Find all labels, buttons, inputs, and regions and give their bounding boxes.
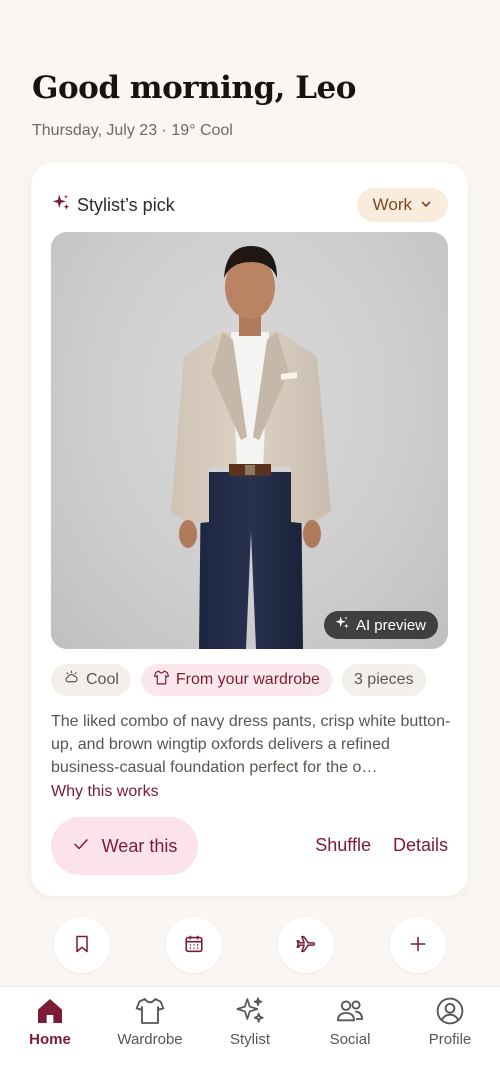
bookmark-icon <box>72 934 92 957</box>
tab-social[interactable]: Social <box>300 987 400 1084</box>
pieces-chip: 3 pieces <box>341 664 426 696</box>
shirt-icon <box>153 669 170 691</box>
wear-this-label: Wear this <box>101 835 178 856</box>
outfit-preview-image[interactable]: AI preview <box>51 232 448 649</box>
outfit-description: The liked combo of navy dress pants, cri… <box>51 710 451 803</box>
sparkle-icon <box>51 193 71 218</box>
context-label: Work <box>372 195 412 214</box>
stylist-pick-heading: Stylist’s pick <box>51 193 175 218</box>
context-dropdown[interactable]: Work <box>356 188 448 222</box>
add-item-button[interactable] <box>390 917 446 973</box>
save-outfit-button[interactable] <box>54 917 110 973</box>
tab-stylist-label: Stylist <box>229 1031 270 1048</box>
profile-icon <box>434 995 466 1027</box>
wear-this-button[interactable]: Wear this <box>51 817 198 875</box>
chevron-down-icon <box>420 195 432 215</box>
tab-wardrobe[interactable]: Wardrobe <box>100 987 200 1084</box>
tab-profile[interactable]: Profile <box>400 987 500 1084</box>
shuffle-button[interactable]: Shuffle <box>315 835 371 856</box>
tab-profile-label: Profile <box>428 1031 472 1048</box>
wardrobe-source-chip: From your wardrobe <box>140 664 332 696</box>
card-header: Stylist’s pick Work <box>51 188 448 222</box>
outfit-chips: Cool From your wardrobe 3 pieces <box>51 664 426 696</box>
sparkle-icon <box>334 615 350 635</box>
stylist-pick-label: Stylist’s pick <box>77 194 175 215</box>
why-this-works-link[interactable]: Why this works <box>51 780 451 803</box>
bottom-tab-bar: Home Wardrobe Stylist Social Profile <box>0 986 500 1084</box>
wardrobe-source-label: From your wardrobe <box>175 671 320 688</box>
tab-home-label: Home <box>29 1031 71 1048</box>
secondary-actions: Shuffle Details <box>315 835 448 856</box>
date-weather-subtitle: Thursday, July 23 · 19° Cool <box>32 122 233 139</box>
tab-stylist[interactable]: Stylist <box>200 987 300 1084</box>
greeting-title: Good morning, Leo <box>32 70 356 106</box>
quick-actions-row <box>0 917 500 973</box>
outfit-card: Stylist’s pick Work AI preview Cool From… <box>31 163 468 896</box>
calendar-icon <box>183 933 205 958</box>
check-icon <box>72 835 90 858</box>
travel-packing-button[interactable] <box>278 917 334 973</box>
tab-social-label: Social <box>329 1031 371 1048</box>
shirt-icon <box>134 995 166 1027</box>
home-icon <box>34 995 66 1027</box>
pieces-chip-label: 3 pieces <box>353 671 414 688</box>
cloud-sun-icon <box>63 669 80 691</box>
plus-icon <box>408 934 428 957</box>
weather-chip-label: Cool <box>86 671 119 688</box>
ai-preview-label: AI preview <box>355 616 426 634</box>
people-icon <box>334 995 366 1027</box>
details-button[interactable]: Details <box>393 835 448 856</box>
tab-wardrobe-label: Wardrobe <box>117 1031 183 1048</box>
tab-home[interactable]: Home <box>0 987 100 1084</box>
weather-chip: Cool <box>51 664 131 696</box>
plan-outfit-button[interactable] <box>166 917 222 973</box>
sparkle-icon <box>234 995 266 1027</box>
model-illustration <box>171 246 331 649</box>
ai-preview-badge: AI preview <box>323 611 438 639</box>
airplane-icon <box>295 933 317 958</box>
outfit-description-text: The liked combo of navy dress pants, cri… <box>51 713 451 776</box>
